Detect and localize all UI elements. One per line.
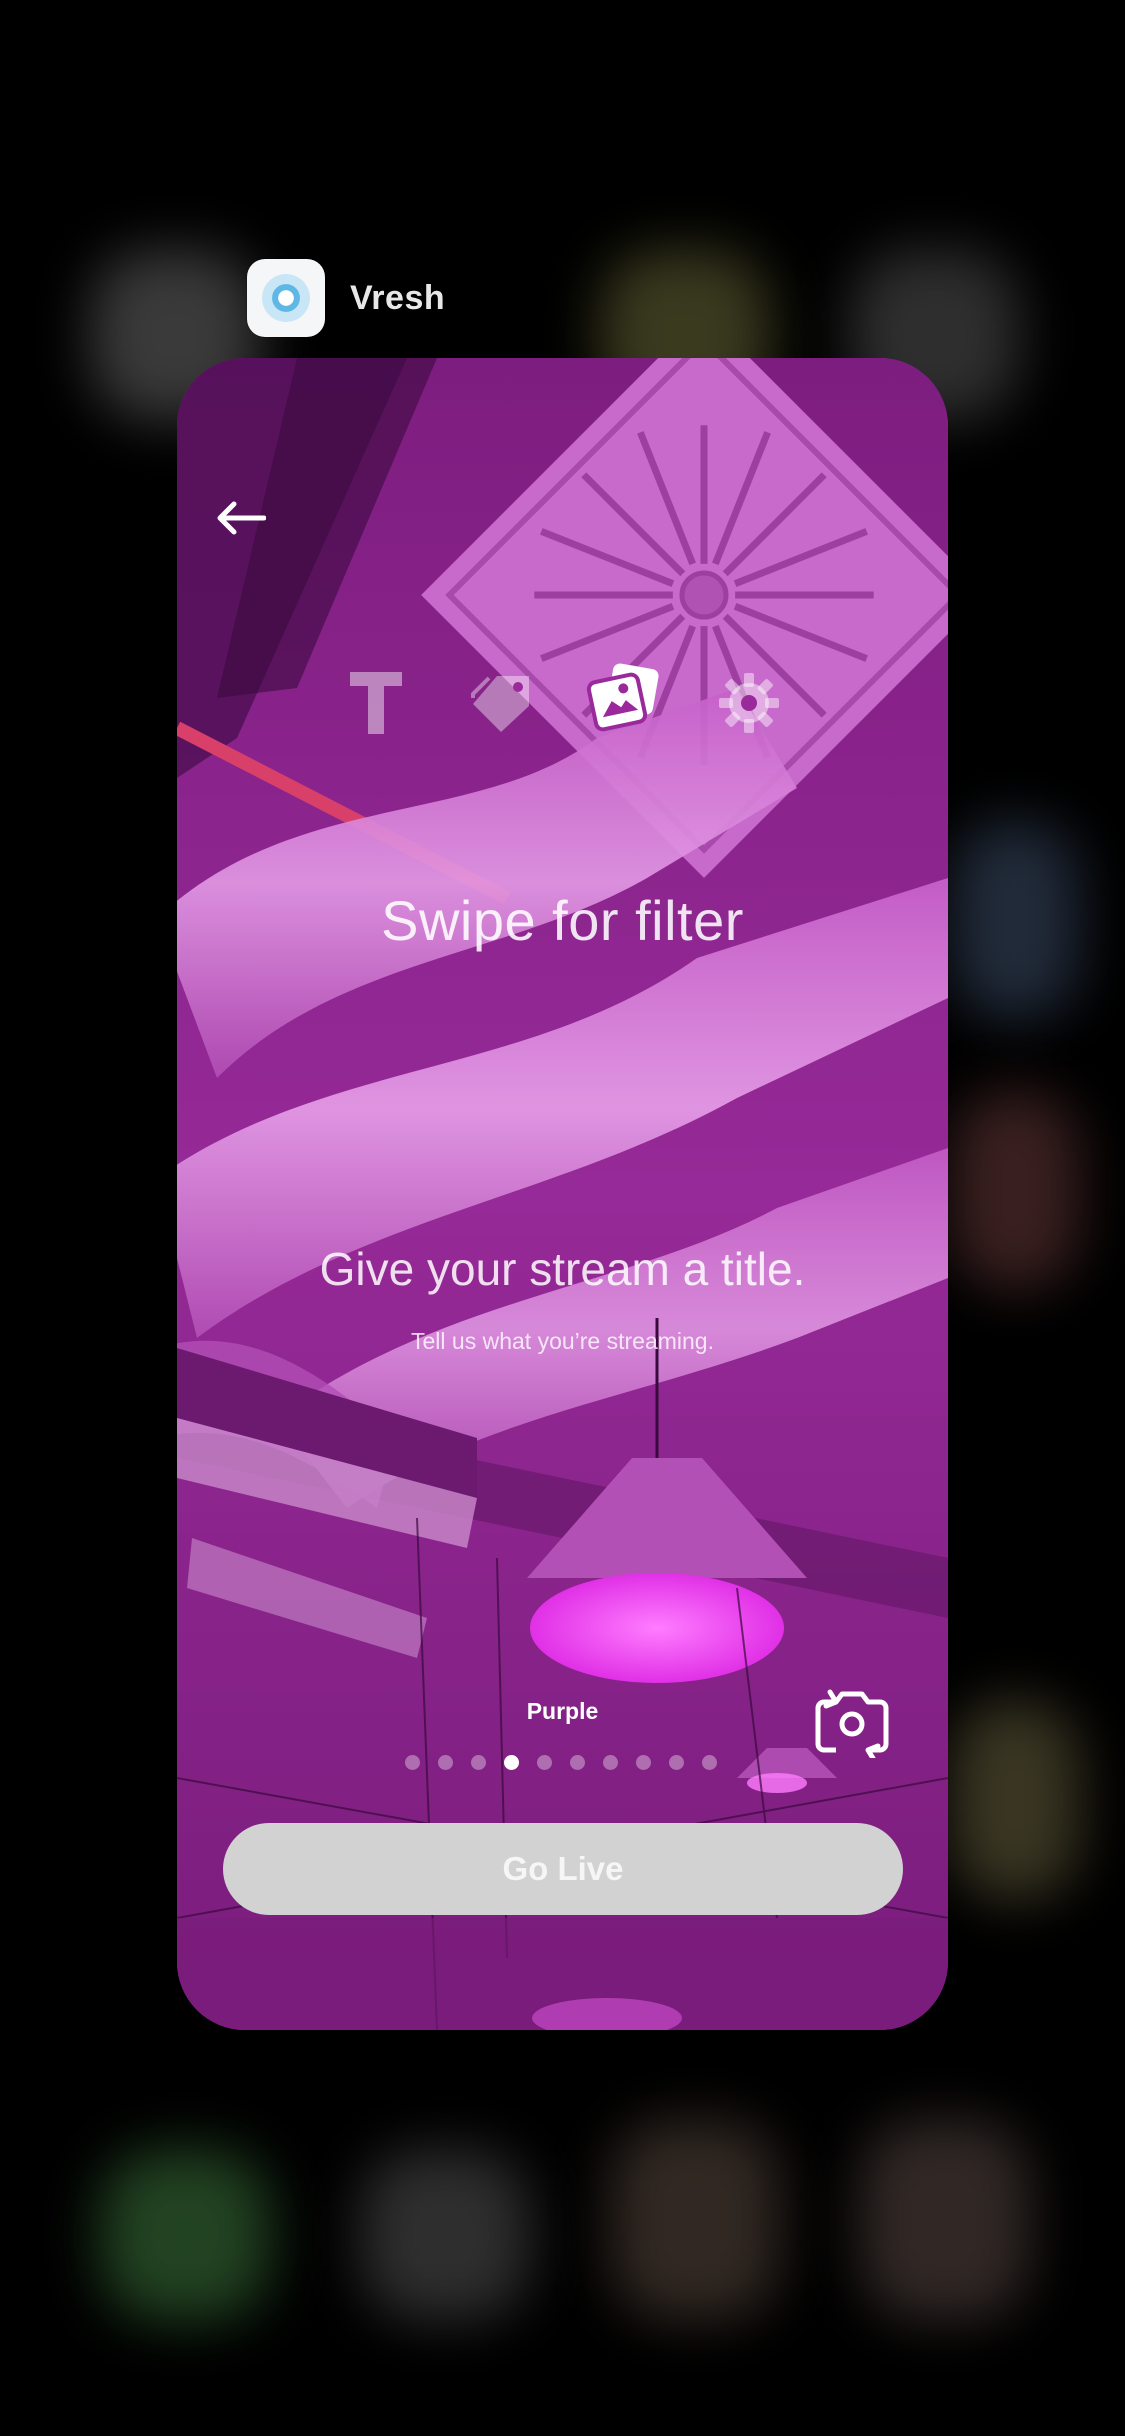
page-dot[interactable] — [570, 1755, 585, 1770]
stream-title-input[interactable]: Give your stream a title. — [177, 1242, 948, 1296]
app-switcher-header[interactable]: Vresh — [247, 259, 445, 337]
setup-toolbar — [177, 661, 948, 751]
photos-icon — [586, 663, 659, 732]
vresh-app-icon[interactable] — [247, 259, 325, 337]
camera-flip-icon — [815, 1689, 889, 1763]
stream-title-subtext: Tell us what you’re streaming. — [411, 1328, 714, 1354]
page-dot[interactable] — [405, 1755, 420, 1770]
app-switcher-screen: Vresh Swipe for filter Give your stream … — [0, 0, 1125, 2436]
tool-tags[interactable] — [460, 661, 544, 745]
page-dot[interactable] — [603, 1755, 618, 1770]
go-live-button[interactable]: Go Live — [223, 1823, 903, 1915]
app-preview-card[interactable]: Swipe for filter Give your stream a titl… — [177, 358, 948, 2030]
tool-filters[interactable] — [582, 655, 666, 739]
page-dot[interactable] — [537, 1755, 552, 1770]
flip-camera-button[interactable] — [814, 1688, 890, 1763]
arrow-left-icon — [217, 501, 266, 535]
tag-icon — [471, 676, 529, 732]
swipe-filter-hint: Swipe for filter — [381, 889, 744, 952]
vresh-logo-icon — [262, 274, 310, 322]
page-dot[interactable] — [636, 1755, 651, 1770]
tool-settings[interactable] — [707, 661, 791, 745]
app-name: Vresh — [350, 278, 446, 317]
back-button[interactable] — [205, 488, 277, 548]
page-dot[interactable] — [702, 1755, 717, 1770]
page-dot[interactable] — [471, 1755, 486, 1770]
gear-icon — [719, 673, 779, 733]
page-dot-active[interactable] — [504, 1755, 519, 1770]
tool-title[interactable] — [334, 661, 418, 745]
filter-page-indicator[interactable] — [405, 1755, 717, 1773]
stream-setup-overlay: Swipe for filter Give your stream a titl… — [177, 358, 948, 2030]
page-dot[interactable] — [669, 1755, 684, 1770]
page-dot[interactable] — [438, 1755, 453, 1770]
text-icon — [350, 672, 402, 734]
